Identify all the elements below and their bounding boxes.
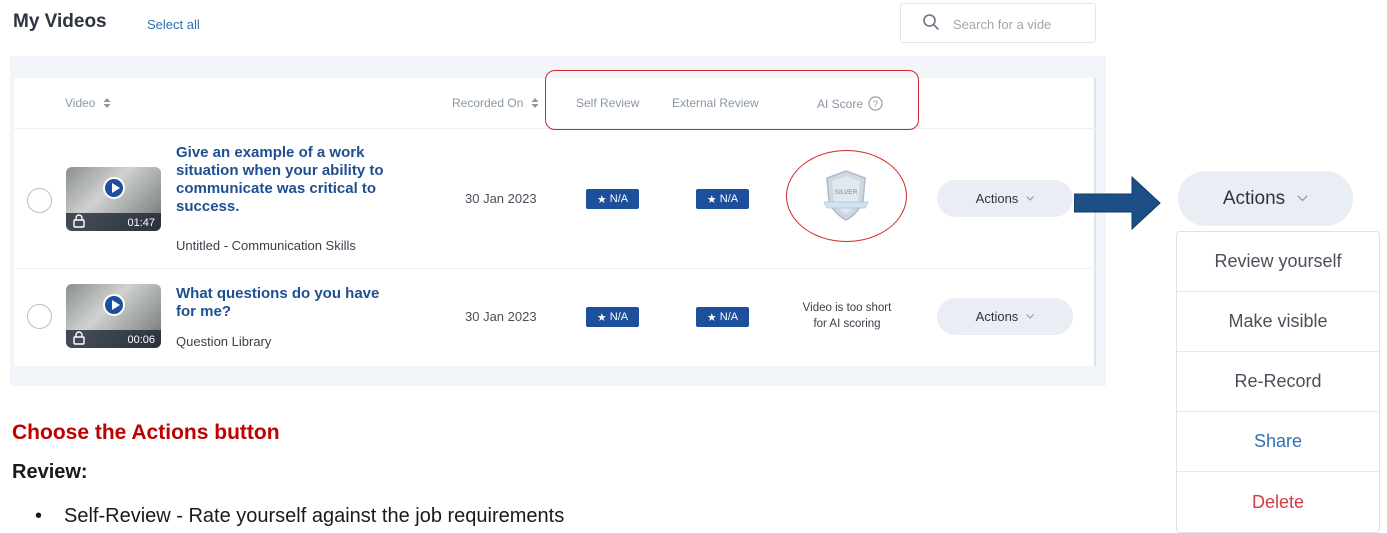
self-review-badge[interactable]: ★ N/A bbox=[586, 189, 639, 209]
bullet-text: Self-Review - Rate yourself against the … bbox=[64, 505, 565, 527]
star-icon: ★ bbox=[706, 311, 717, 324]
video-duration: 00:06 bbox=[127, 334, 155, 346]
video-subtitle: Untitled - Communication Skills bbox=[176, 238, 356, 253]
search-icon bbox=[923, 14, 939, 30]
external-review-badge[interactable]: ★ N/A bbox=[696, 307, 749, 327]
title-line: success. bbox=[176, 198, 240, 215]
search-input[interactable] bbox=[953, 14, 1089, 34]
video-thumbnail[interactable]: 00:06 bbox=[66, 284, 161, 348]
actions-label: Actions bbox=[1222, 187, 1286, 209]
chevron-down-icon bbox=[1026, 314, 1035, 319]
menu-item-share[interactable]: Share bbox=[1177, 412, 1379, 472]
lock-icon bbox=[73, 214, 85, 228]
title-line: Give an example of a work bbox=[176, 144, 365, 161]
actions-button[interactable]: Actions bbox=[937, 180, 1073, 217]
play-icon bbox=[103, 177, 125, 199]
page-title: My Videos bbox=[13, 11, 107, 32]
menu-item-delete[interactable]: Delete bbox=[1177, 472, 1379, 532]
highlight-ellipse bbox=[786, 150, 907, 242]
video-title[interactable]: What questions do you have for me? bbox=[176, 285, 379, 321]
menu-item-re-record[interactable]: Re-Record bbox=[1177, 352, 1379, 412]
row-select-radio[interactable] bbox=[27, 188, 52, 213]
badge-label: N/A bbox=[719, 311, 739, 323]
star-icon: ★ bbox=[596, 311, 607, 324]
badge-label: N/A bbox=[719, 193, 739, 205]
menu-item-make-visible[interactable]: Make visible bbox=[1177, 292, 1379, 352]
badge-label: N/A bbox=[609, 311, 629, 323]
title-line: situation when your ability to bbox=[176, 162, 384, 179]
self-review-badge[interactable]: ★ N/A bbox=[586, 307, 639, 327]
chevron-down-icon bbox=[1297, 195, 1308, 202]
arrow-right-icon bbox=[1074, 175, 1161, 231]
recorded-date: 30 Jan 2023 bbox=[465, 309, 537, 324]
actions-button[interactable]: Actions bbox=[937, 298, 1073, 335]
actions-button-enlarged[interactable]: Actions bbox=[1178, 171, 1353, 226]
video-title[interactable]: Give an example of a work situation when… bbox=[176, 144, 384, 216]
sort-icon bbox=[103, 98, 111, 108]
star-icon: ★ bbox=[706, 193, 717, 206]
instruction-heading: Choose the Actions button bbox=[12, 421, 280, 444]
search-box[interactable] bbox=[900, 3, 1096, 43]
video-duration: 01:47 bbox=[127, 217, 155, 229]
column-video-label: Video bbox=[65, 96, 96, 110]
ai-message-line: Video is too short bbox=[802, 302, 892, 314]
video-subtitle: Question Library bbox=[176, 334, 272, 349]
highlight-rectangle bbox=[545, 70, 919, 130]
column-header-recorded-on[interactable]: Recorded On bbox=[452, 96, 539, 110]
row-select-radio[interactable] bbox=[27, 304, 52, 329]
video-thumbnail[interactable]: 01:47 bbox=[66, 167, 161, 231]
row-divider bbox=[14, 268, 1096, 269]
ai-message-line: for AI scoring bbox=[813, 318, 881, 330]
actions-label: Actions bbox=[975, 309, 1019, 324]
chevron-down-icon bbox=[1026, 196, 1035, 201]
title-line: What questions do you have bbox=[176, 285, 380, 302]
column-recorded-on-label: Recorded On bbox=[452, 96, 524, 110]
sort-icon bbox=[531, 98, 539, 108]
play-icon bbox=[103, 294, 125, 316]
column-header-video[interactable]: Video bbox=[65, 96, 111, 110]
review-heading: Review: bbox=[12, 461, 88, 483]
actions-menu: Review yourself Make visible Re-Record S… bbox=[1176, 231, 1380, 533]
menu-item-review-yourself[interactable]: Review yourself bbox=[1177, 232, 1379, 292]
star-icon: ★ bbox=[596, 193, 607, 206]
instruction-bullet: Self-Review - Rate yourself against the … bbox=[35, 505, 565, 528]
title-line: communicate was critical to bbox=[176, 180, 377, 197]
select-all-link[interactable]: Select all bbox=[147, 17, 200, 32]
ai-score-message: Video is too short for AI scoring bbox=[785, 300, 909, 332]
lock-icon bbox=[73, 331, 85, 345]
recorded-date: 30 Jan 2023 bbox=[465, 191, 537, 206]
actions-label: Actions bbox=[975, 191, 1019, 206]
external-review-badge[interactable]: ★ N/A bbox=[696, 189, 749, 209]
title-line: for me? bbox=[176, 303, 232, 320]
badge-label: N/A bbox=[609, 193, 629, 205]
